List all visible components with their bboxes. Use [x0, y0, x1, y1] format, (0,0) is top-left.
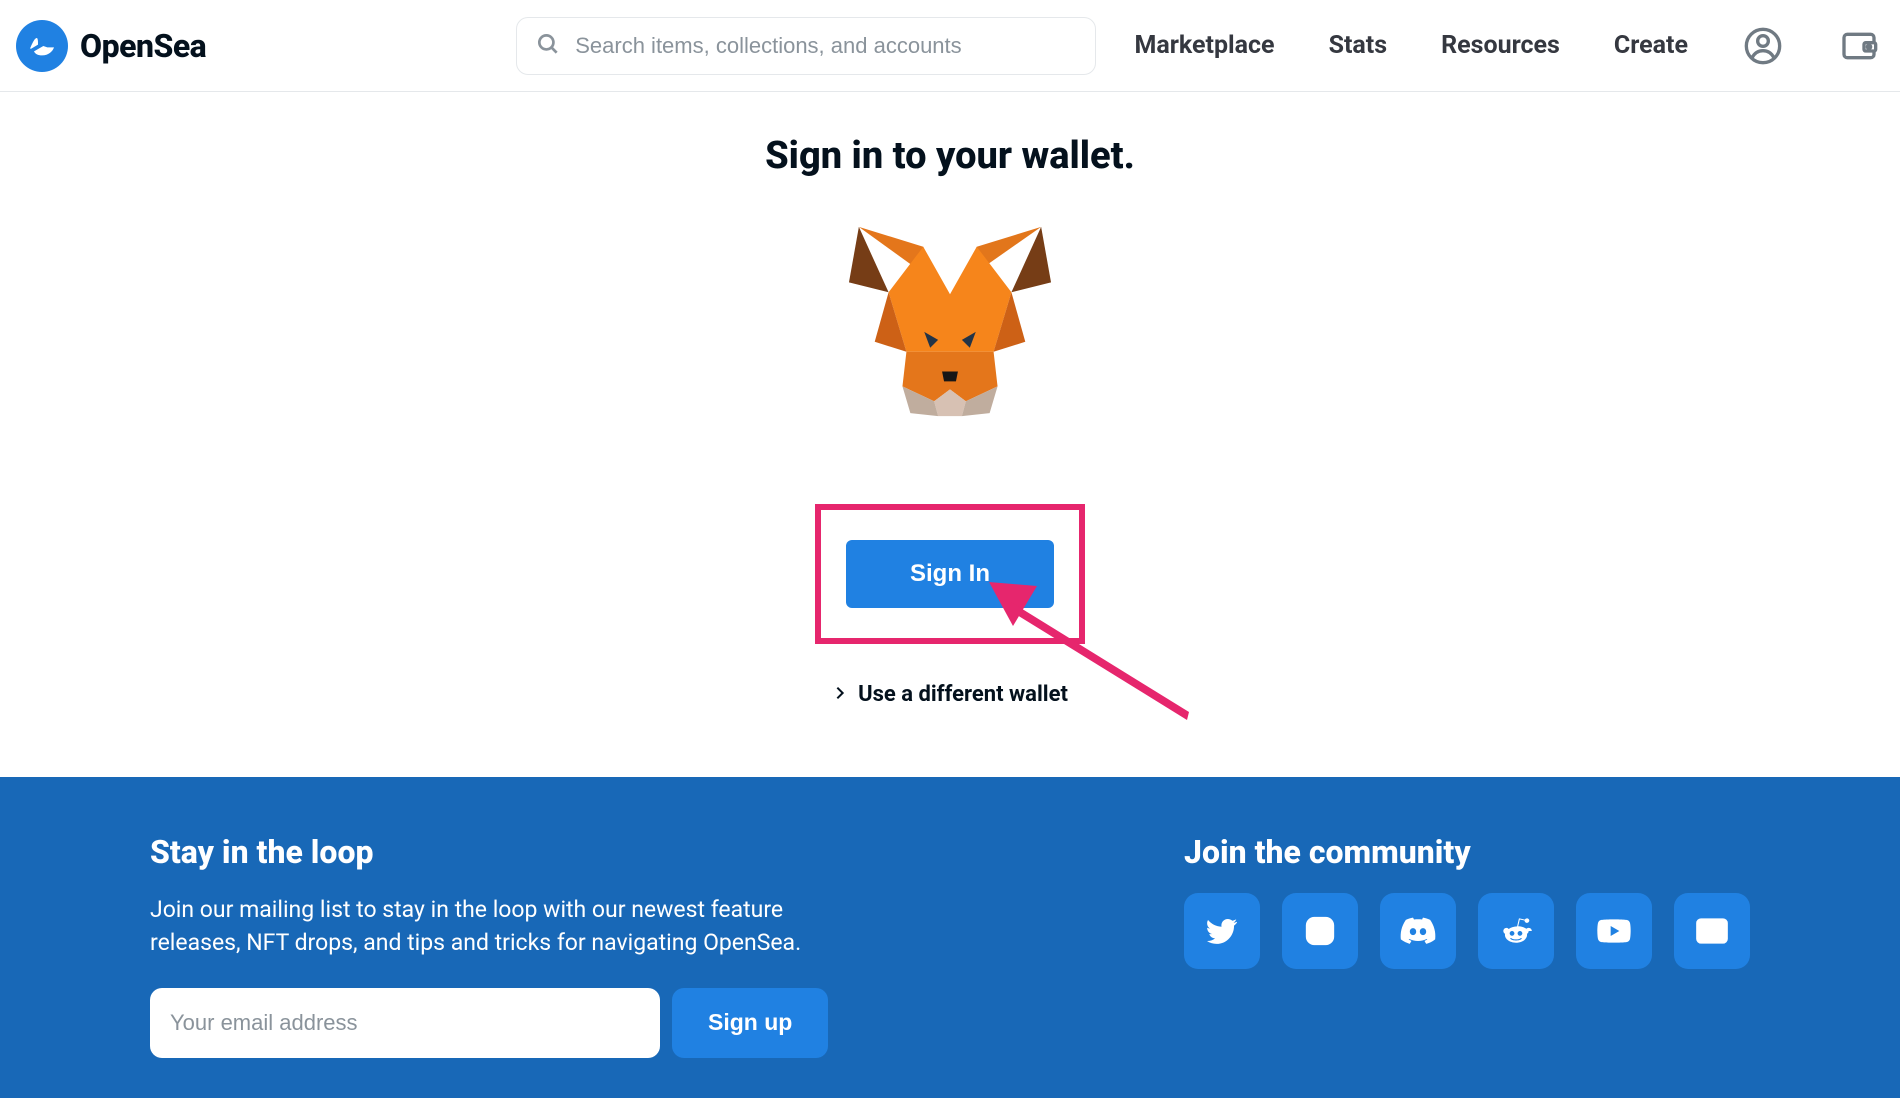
email-signup-row: Sign up — [150, 988, 870, 1058]
sign-up-button[interactable]: Sign up — [672, 988, 828, 1058]
discord-icon[interactable] — [1380, 893, 1456, 969]
opensea-logo-icon — [16, 20, 68, 72]
search-bar[interactable] — [516, 17, 1096, 75]
use-different-wallet-label: Use a different wallet — [858, 682, 1068, 707]
join-community-section: Join the community — [1184, 833, 1750, 1058]
stay-in-loop-description: Join our mailing list to stay in the loo… — [150, 893, 870, 960]
search-icon — [535, 31, 561, 61]
footer: Stay in the loop Join our mailing list t… — [0, 777, 1900, 1098]
use-different-wallet-link[interactable]: Use a different wallet — [832, 682, 1068, 707]
sign-in-highlight-annotation: Sign In — [815, 504, 1085, 644]
youtube-icon[interactable] — [1576, 893, 1652, 969]
main-content: Sign in to your wallet. Sign In — [0, 92, 1900, 777]
nav-stats[interactable]: Stats — [1329, 31, 1388, 60]
metamask-fox-icon — [845, 222, 1055, 426]
join-community-title: Join the community — [1184, 833, 1750, 871]
account-icon[interactable] — [1742, 25, 1784, 67]
search-container — [516, 17, 1096, 75]
main-nav: Marketplace Stats Resources Create — [1134, 25, 1880, 67]
nav-marketplace[interactable]: Marketplace — [1134, 31, 1274, 60]
instagram-icon[interactable] — [1282, 893, 1358, 969]
brand-name: OpenSea — [80, 27, 206, 65]
sign-in-button[interactable]: Sign In — [846, 540, 1054, 608]
nav-resources[interactable]: Resources — [1441, 31, 1560, 60]
nav-create[interactable]: Create — [1614, 31, 1688, 60]
wallet-icon[interactable] — [1838, 25, 1880, 67]
email-field[interactable] — [150, 988, 660, 1058]
mail-icon[interactable] — [1674, 893, 1750, 969]
social-links — [1184, 893, 1750, 969]
brand[interactable]: OpenSea — [10, 20, 206, 72]
chevron-right-icon — [832, 682, 848, 707]
stay-in-loop-title: Stay in the loop — [150, 833, 870, 871]
page-title: Sign in to your wallet. — [765, 134, 1135, 178]
stay-in-loop-section: Stay in the loop Join our mailing list t… — [150, 833, 870, 1058]
header: OpenSea Marketplace Stats Resources Crea… — [0, 0, 1900, 92]
reddit-icon[interactable] — [1478, 893, 1554, 969]
twitter-icon[interactable] — [1184, 893, 1260, 969]
search-input[interactable] — [575, 33, 1077, 59]
